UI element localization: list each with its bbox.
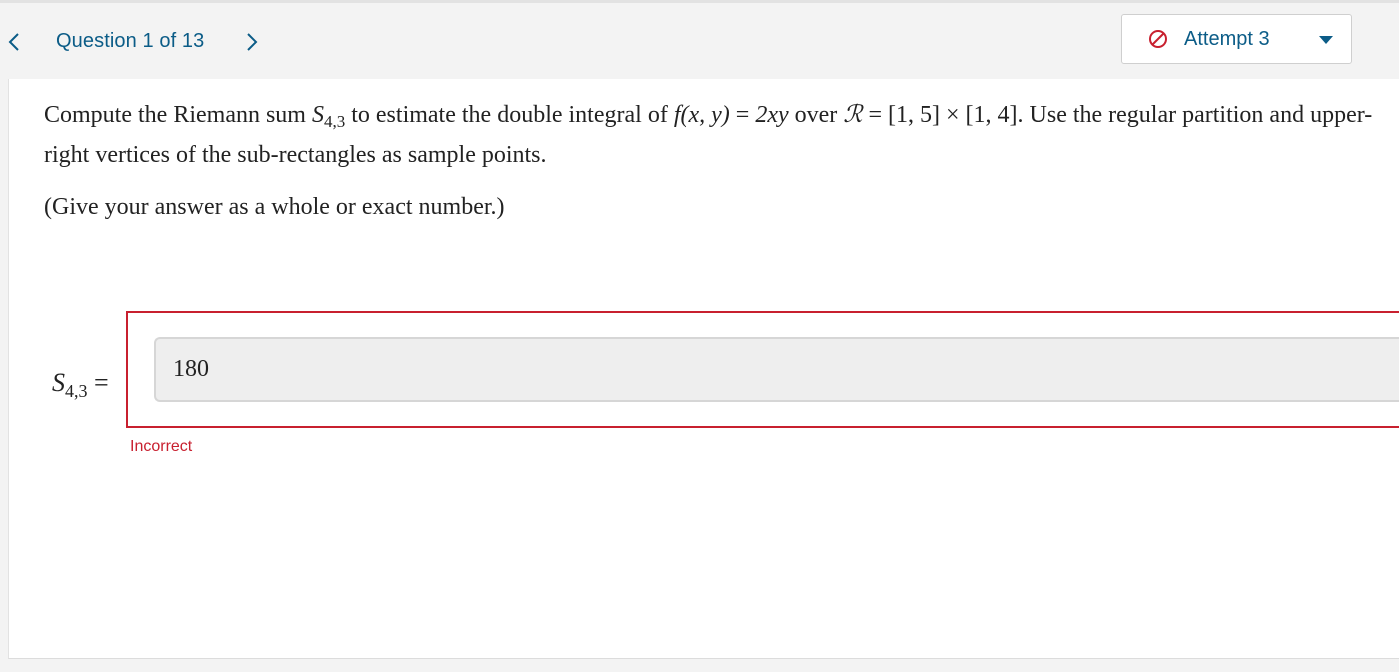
- equals-sign: =: [862, 102, 888, 128]
- function-expression: 2xy: [755, 102, 789, 128]
- attempt-dropdown-button[interactable]: Attempt 3: [1121, 14, 1352, 64]
- answer-instructions: (Give your answer as a whole or exact nu…: [44, 194, 505, 220]
- equals-sign: =: [729, 102, 756, 128]
- no-entry-icon: [1148, 29, 1168, 49]
- region-value: [1, 5] × [1, 4]: [888, 102, 1018, 128]
- sum-symbol: S: [311, 102, 324, 128]
- question-part: Compute the Riemann sum: [44, 102, 312, 128]
- answer-input[interactable]: [154, 337, 1399, 402]
- question-text: Compute the Riemann sum S4,3 to estimate…: [44, 94, 1384, 175]
- chevron-left-icon[interactable]: [2, 27, 26, 57]
- feedback-incorrect: Incorrect: [130, 438, 193, 455]
- function-args: (x, y): [680, 102, 730, 128]
- label-subscript: 4,3: [65, 381, 88, 401]
- question-card: Compute the Riemann sum S4,3 to estimate…: [8, 79, 1399, 659]
- answer-label: S4,3 =: [52, 368, 109, 401]
- question-part: to estimate the double integral of: [345, 102, 674, 128]
- attempt-label: Attempt 3: [1184, 28, 1270, 50]
- label-equals: =: [87, 368, 109, 397]
- chevron-right-icon[interactable]: [240, 27, 264, 57]
- caret-down-icon: [1319, 36, 1333, 44]
- question-navigation-bar: Question 1 of 13 Attempt 3: [0, 3, 1399, 79]
- label-symbol: S: [52, 368, 65, 397]
- question-counter: Question 1 of 13: [56, 30, 205, 52]
- sum-subscript: 4,3: [323, 112, 346, 131]
- question-part: over: [788, 102, 844, 128]
- region-symbol: ℛ: [843, 100, 863, 128]
